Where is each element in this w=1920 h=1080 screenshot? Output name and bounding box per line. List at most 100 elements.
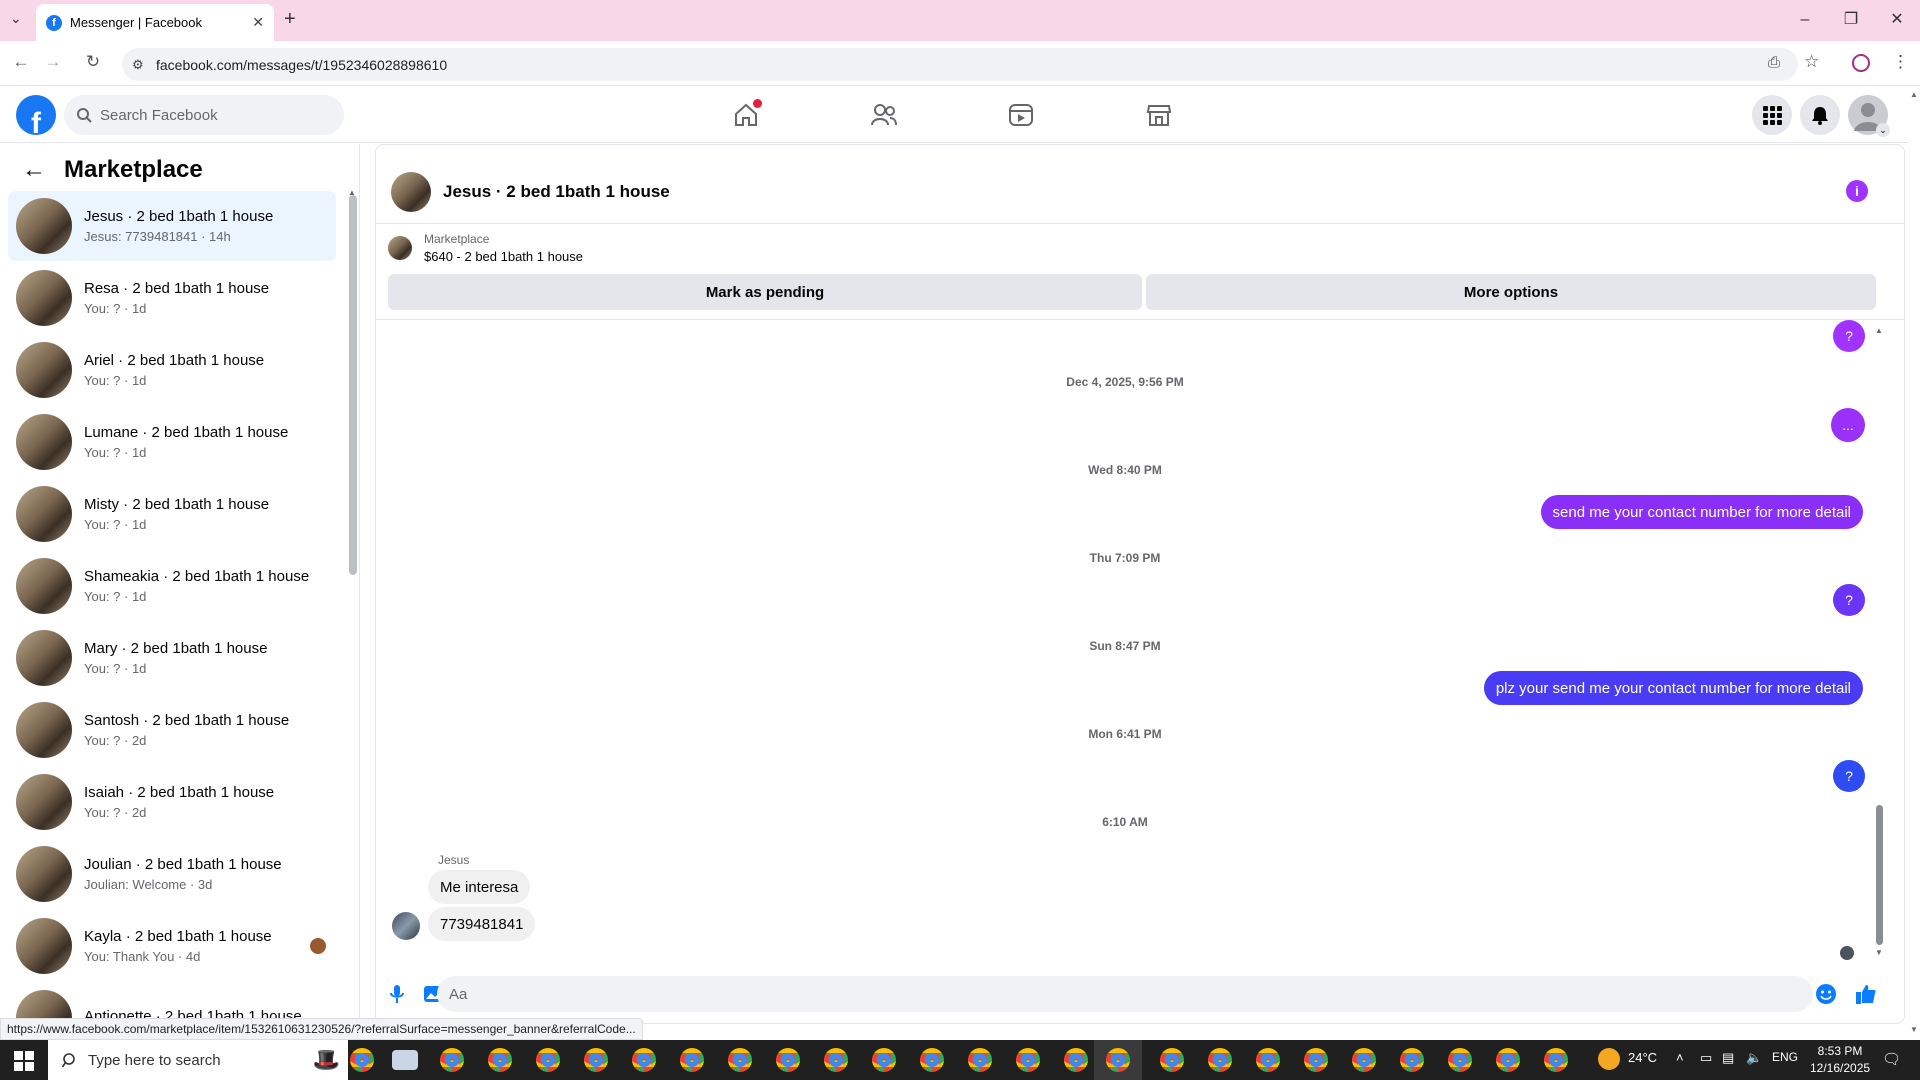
temperature[interactable]: 24°C — [1628, 1050, 1657, 1065]
timestamp: Sun 8:47 PM — [1089, 639, 1161, 653]
home-icon[interactable] — [730, 99, 762, 131]
conversation-item[interactable]: Santosh · 2 bed 1bath 1 house You: ? · 2d — [8, 695, 336, 765]
chrome-icon[interactable] — [1448, 1048, 1472, 1072]
message-bubble-outgoing[interactable]: plz your send me your contact number for… — [1483, 671, 1863, 705]
tray-display-icon[interactable]: ▭ — [1700, 1050, 1712, 1066]
conversation-preview: You: ? · 1d — [84, 517, 147, 532]
url-field[interactable]: ⚙ facebook.com/messages/t/19523460288986… — [122, 48, 1798, 81]
notification-center-icon[interactable]: 🗨 — [1882, 1050, 1901, 1068]
maximize-button[interactable]: ❐ — [1836, 8, 1866, 32]
mark-as-pending-button[interactable]: Mark as pending — [388, 274, 1142, 310]
conversation-item[interactable]: Joulian · 2 bed 1bath 1 house Joulian: We… — [8, 839, 336, 909]
chrome-icon[interactable] — [1106, 1048, 1130, 1072]
info-icon[interactable]: i — [1846, 180, 1868, 202]
browser-menu-icon[interactable]: ⋮ — [1892, 52, 1909, 72]
profile-icon[interactable] — [1852, 54, 1870, 72]
conversation-item[interactable]: Isaiah · 2 bed 1bath 1 house You: ? · 2d — [8, 767, 336, 837]
conversation-item[interactable]: Kayla · 2 bed 1bath 1 house You: Thank Yo… — [8, 911, 336, 981]
volume-icon[interactable]: 🔈 — [1746, 1050, 1762, 1066]
conversation-item[interactable]: Misty · 2 bed 1bath 1 house You: ? · 1d — [8, 479, 336, 549]
chrome-icon[interactable] — [680, 1048, 704, 1072]
close-window-button[interactable]: ✕ — [1882, 8, 1912, 32]
bookmark-star-icon[interactable]: ☆ — [1804, 52, 1819, 72]
windows-start-icon[interactable] — [14, 1051, 34, 1076]
message-bubble-outgoing[interactable]: ? — [1833, 760, 1865, 792]
chrome-icon[interactable] — [584, 1048, 608, 1072]
chrome-icon[interactable] — [632, 1048, 656, 1072]
chrome-icon[interactable] — [536, 1048, 560, 1072]
taskbar-app-icon[interactable] — [392, 1050, 418, 1070]
conversation-item[interactable]: Resa · 2 bed 1bath 1 house You: ? · 1d — [8, 263, 336, 333]
minimize-button[interactable]: – — [1790, 8, 1820, 32]
account-avatar[interactable]: ⌄ — [1848, 95, 1890, 137]
chrome-icon[interactable] — [776, 1048, 800, 1072]
chrome-icon[interactable] — [1064, 1048, 1088, 1072]
chat-scrollbar[interactable] — [1876, 805, 1883, 945]
conversation-item[interactable]: Lumane · 2 bed 1bath 1 house You: ? · 1d — [8, 407, 336, 477]
weather-icon[interactable] — [1598, 1048, 1620, 1070]
chrome-icon[interactable] — [1352, 1048, 1376, 1072]
video-icon[interactable] — [1005, 99, 1037, 131]
chrome-icon[interactable] — [1208, 1048, 1232, 1072]
chrome-icon[interactable] — [1016, 1048, 1040, 1072]
tab-messenger[interactable]: f Messenger | Facebook ✕ — [36, 4, 274, 41]
chrome-icon[interactable] — [1544, 1048, 1568, 1072]
chrome-icon[interactable] — [488, 1048, 512, 1072]
message-bubble-incoming[interactable]: 7739481841 — [428, 907, 536, 941]
avatar — [16, 774, 72, 830]
message-bubble-outgoing[interactable]: ... — [1831, 408, 1865, 442]
message-bubble-incoming[interactable]: Me interesa — [428, 870, 531, 904]
search-facebook-input[interactable]: Search Facebook — [64, 95, 344, 135]
chrome-icon[interactable] — [1496, 1048, 1520, 1072]
taskbar-app-icon[interactable] — [350, 1048, 374, 1072]
tray-chevron-icon[interactable]: ˄ — [1676, 1050, 1684, 1065]
message-bubble-outgoing[interactable]: ? — [1833, 584, 1865, 616]
emoji-icon[interactable] — [1815, 983, 1837, 1005]
notifications-bell-icon[interactable] — [1800, 95, 1840, 135]
marketplace-icon[interactable] — [1143, 99, 1175, 131]
like-thumb-icon[interactable] — [1855, 983, 1877, 1005]
site-info-icon[interactable]: ⚙ — [132, 57, 144, 73]
back-icon[interactable]: ← — [8, 52, 34, 76]
chrome-icon[interactable] — [968, 1048, 992, 1072]
conversation-item[interactable]: Jesus · 2 bed 1bath 1 house Jesus: 773948… — [8, 191, 336, 261]
conversation-sidebar: Jesus · 2 bed 1bath 1 house Jesus: 773948… — [0, 144, 360, 1034]
install-app-icon[interactable]: ⎙ — [1768, 54, 1780, 71]
taskbar-search-input[interactable]: Type here to search 🎩 — [48, 1040, 348, 1080]
chrome-icon[interactable] — [1400, 1048, 1424, 1072]
new-tab-button[interactable]: + — [284, 8, 296, 31]
back-arrow-icon[interactable]: ← — [22, 156, 46, 184]
message-bubble-outgoing[interactable]: send me your contact number for more det… — [1540, 495, 1863, 529]
sidebar-scrollbar[interactable] — [349, 195, 357, 575]
chat-header[interactable]: Jesus · 2 bed 1bath 1 house — [376, 160, 670, 224]
forward-icon[interactable]: → — [40, 52, 66, 76]
page-scrollbar[interactable]: ▲ ▼ — [1908, 90, 1920, 1034]
menu-grid-icon[interactable] — [1752, 95, 1792, 135]
friends-icon[interactable] — [868, 99, 900, 131]
conversation-item[interactable]: Ariel · 2 bed 1bath 1 house You: ? · 1d — [8, 335, 336, 405]
conversation-item[interactable]: Shameakia · 2 bed 1bath 1 house You: ? · … — [8, 551, 336, 621]
chrome-icon[interactable] — [1256, 1048, 1280, 1072]
chrome-icon[interactable] — [1160, 1048, 1184, 1072]
chrome-icon[interactable] — [824, 1048, 848, 1072]
chat-scroll-up-icon[interactable]: ▲ — [1875, 326, 1883, 335]
chrome-icon[interactable] — [728, 1048, 752, 1072]
message-input[interactable]: Aa — [437, 976, 1813, 1012]
network-icon[interactable]: ▤ — [1722, 1050, 1734, 1066]
message-bubble-outgoing[interactable]: ? — [1833, 320, 1865, 352]
chrome-icon[interactable] — [1304, 1048, 1328, 1072]
chrome-icon[interactable] — [920, 1048, 944, 1072]
close-tab-icon[interactable]: ✕ — [252, 14, 264, 31]
more-options-button[interactable]: More options — [1146, 274, 1876, 310]
marketplace-listing-banner[interactable]: Marketplace $640 - 2 bed 1bath 1 house — [388, 232, 583, 264]
microphone-icon[interactable] — [386, 983, 408, 1005]
clock[interactable]: 8:53 PM 12/16/2025 — [1810, 1043, 1870, 1077]
facebook-logo-icon[interactable]: f — [16, 95, 56, 135]
reload-icon[interactable]: ↻ — [80, 52, 106, 76]
tab-search-dropdown[interactable]: ⌄ — [10, 10, 22, 27]
conversation-item[interactable]: Mary · 2 bed 1bath 1 house You: ? · 1d — [8, 623, 336, 693]
chrome-icon[interactable] — [440, 1048, 464, 1072]
chat-scroll-down-icon[interactable]: ▼ — [1875, 948, 1883, 957]
chrome-icon[interactable] — [872, 1048, 896, 1072]
language-indicator[interactable]: ENG — [1772, 1050, 1798, 1064]
